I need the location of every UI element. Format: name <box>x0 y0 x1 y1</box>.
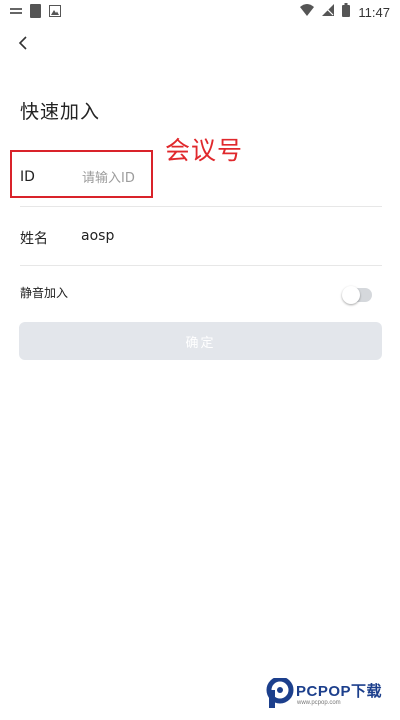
name-row[interactable]: 姓名 aosp <box>20 209 382 266</box>
status-bar: 11:47 <box>0 0 400 24</box>
back-button[interactable] <box>10 30 36 56</box>
mute-join-toggle[interactable] <box>342 286 372 304</box>
signal-icon <box>322 4 335 20</box>
toggle-knob <box>342 286 360 304</box>
watermark-text: PCPOP下载 <box>296 683 383 700</box>
name-label: 姓名 <box>20 231 48 247</box>
meeting-id-input[interactable] <box>82 166 242 190</box>
page-title: 快速加入 <box>20 101 101 123</box>
status-time: 11:47 <box>358 4 390 20</box>
mute-row: 静音加入 <box>20 266 382 322</box>
mute-join-label: 静音加入 <box>20 286 69 300</box>
watermark-subtext: www.pcpop.com <box>297 700 341 706</box>
watermark: PCPOP下载 www.pcpop.com <box>266 678 394 712</box>
id-label: ID <box>20 169 35 185</box>
sim-icon <box>30 4 41 22</box>
name-value[interactable]: aosp <box>81 228 114 244</box>
pcpop-logo-icon <box>266 678 294 708</box>
confirm-button[interactable]: 确定 <box>19 322 382 360</box>
wifi-icon <box>300 4 315 20</box>
photo-icon <box>49 5 61 21</box>
notification-icon <box>10 6 22 21</box>
battery-icon <box>342 3 351 21</box>
chevron-left-icon <box>18 36 27 50</box>
id-row: ID <box>20 150 382 207</box>
